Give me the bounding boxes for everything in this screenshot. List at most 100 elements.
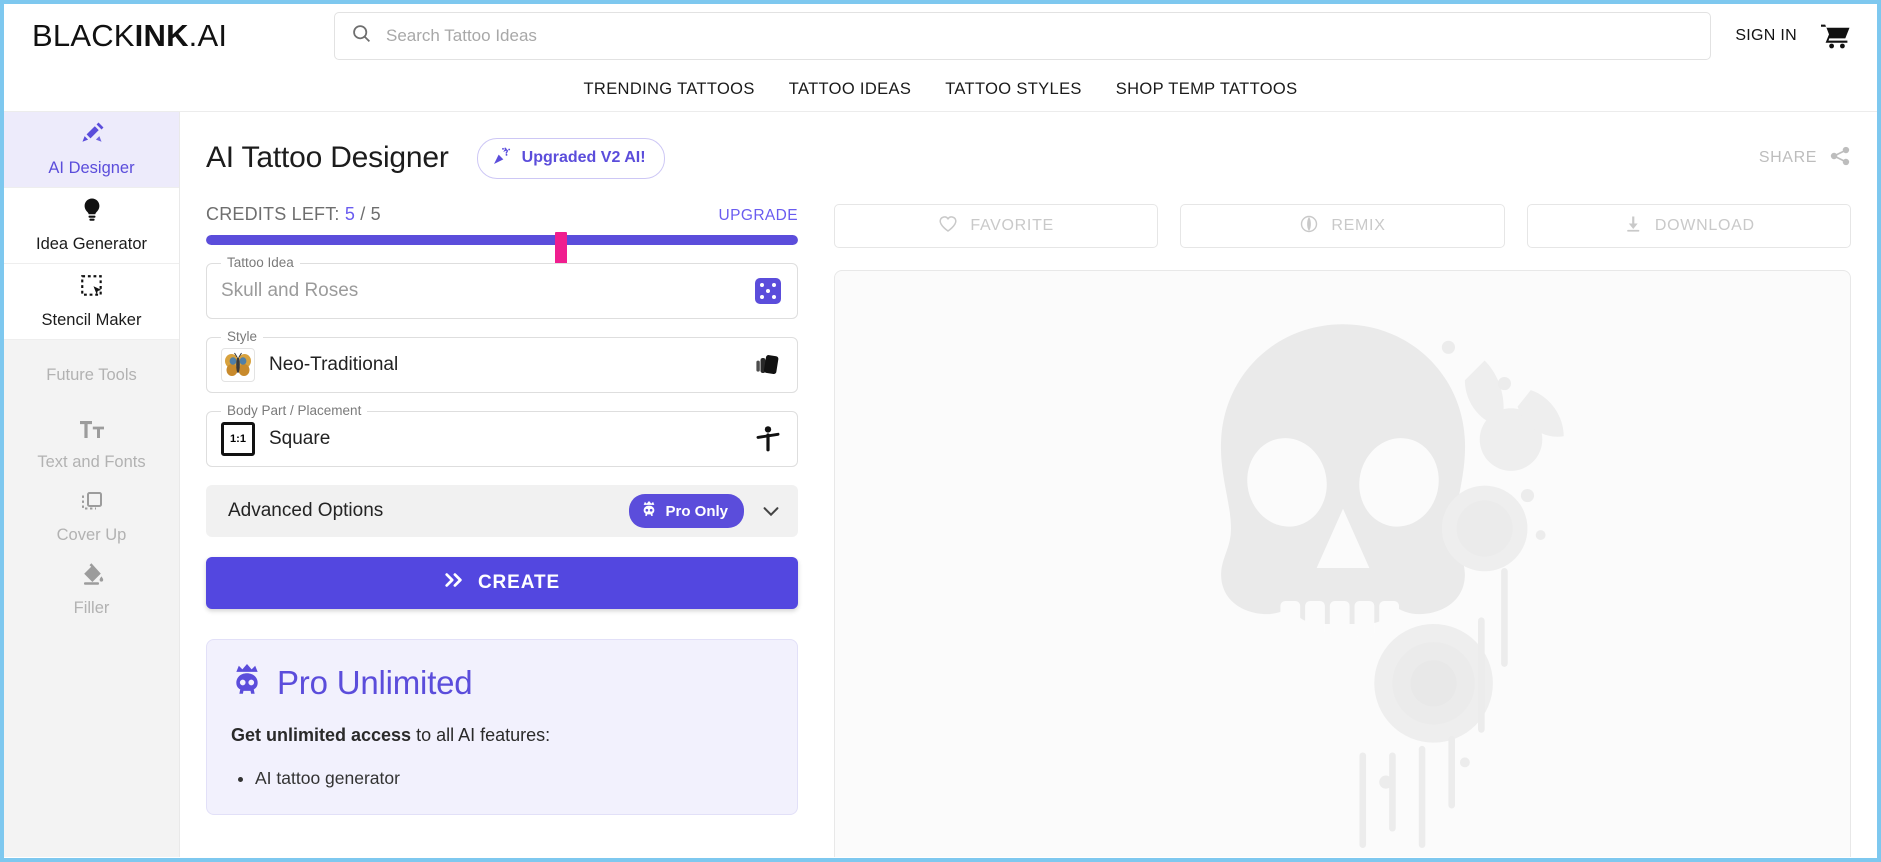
sidebar-future-tools-section: Future Tools Text and Fonts Cover Up Fil… [4,340,179,857]
remix-button-label: REMIX [1331,217,1386,234]
search-icon [351,23,372,49]
nav-item-shop-temp-tattoos[interactable]: SHOP TEMP TATTOOS [1116,80,1298,99]
paint-bucket-icon [79,561,105,592]
body-part-value: Square [269,428,331,449]
body-part-field[interactable]: Body Part / Placement 1:1 Square [206,403,798,467]
top-bar: BLACKINK.AI SIGN IN [4,4,1877,68]
nav-item-trending-tattoos[interactable]: TRENDING TATTOOS [584,80,755,99]
tattoo-idea-legend: Tattoo Idea [221,255,300,270]
credits-separator: / [360,204,366,224]
chevron-down-icon[interactable] [760,500,782,522]
site-logo[interactable]: BLACKINK.AI [32,18,312,54]
sidebar-item-label: AI Designer [48,159,135,177]
body-figure-icon[interactable] [755,425,781,453]
tattoo-idea-input[interactable] [221,280,755,302]
selection-cursor-icon [79,273,105,304]
sidebar-item-label: Filler [73,598,110,617]
upgrade-link[interactable]: UPGRADE [719,207,798,225]
search-input[interactable] [386,26,1695,46]
logo-text-2: .AI [188,18,228,53]
progress-cursor-handle[interactable] [555,232,568,264]
remix-icon [1299,214,1319,239]
pro-card-subtitle: Get unlimited access to all AI features: [231,725,773,746]
sidebar-item-stencil-maker[interactable]: Stencil Maker [4,264,179,340]
skull-and-roses-watermark-icon [1093,288,1593,853]
progress-fill [206,235,798,245]
pro-card-subtitle-rest: to all AI features: [411,725,551,745]
layers-square-icon [80,490,104,519]
party-popper-icon [492,146,512,171]
share-row[interactable]: SHARE [834,134,1851,182]
page-header: AI Tattoo Designer Upgraded V2 AI! [206,134,798,182]
pen-tools-icon [79,121,105,152]
sign-in-button[interactable]: SIGN IN [1735,27,1797,45]
advanced-options-row[interactable]: Advanced Options Pro Only [206,485,798,537]
crown-skull-icon [231,662,263,703]
butterfly-thumbnail-icon [221,348,255,382]
download-icon [1623,214,1643,239]
credits-total: 5 [370,204,381,224]
pro-only-label: Pro Only [665,502,728,520]
pro-only-badge[interactable]: Pro Only [629,494,744,528]
shopping-cart-icon[interactable] [1821,23,1851,49]
style-cards-icon[interactable] [753,351,781,379]
lightbulb-icon [80,197,104,228]
style-field[interactable]: Style Neo-Traditional [206,329,798,393]
logo-text-bold: INK [134,18,189,53]
credits-prefix: CREDITS LEFT: [206,204,340,224]
credits-text: CREDITS LEFT: 5 / 5 [206,204,381,225]
double-chevron-right-icon [444,571,464,595]
crown-skull-icon [641,500,657,522]
sidebar-item-ai-designer[interactable]: AI Designer [4,112,179,188]
create-button[interactable]: CREATE [206,557,798,609]
pro-card-header: Pro Unlimited [231,662,773,703]
app-body: AI Designer Idea Generator Stencil Maker… [4,112,1877,857]
advanced-options-label: Advanced Options [228,500,384,521]
sidebar-item-idea-generator[interactable]: Idea Generator [4,188,179,264]
logo-text-1: BLACK [32,18,135,53]
favorite-button[interactable]: FAVORITE [834,204,1159,248]
style-value: Neo-Traditional [269,354,399,375]
dice-randomize-icon[interactable] [755,278,781,304]
tattoo-idea-field[interactable]: Tattoo Idea [206,255,798,319]
sidebar-item-text-and-fonts: Text and Fonts [4,409,179,481]
main-nav: TRENDING TATTOOS TATTOO IDEAS TATTOO STY… [4,68,1877,112]
body-part-legend: Body Part / Placement [221,403,368,418]
aspect-ratio-thumbnail: 1:1 [221,422,255,456]
pro-card-feature-list: AI tattoo generator [231,764,773,794]
credits-current: 5 [344,204,356,224]
sidebar-item-label: Stencil Maker [41,311,142,329]
pro-card-title: Pro Unlimited [277,663,473,701]
sidebar-item-cover-up: Cover Up [4,481,179,553]
upgraded-v2-badge[interactable]: Upgraded V2 AI! [476,137,665,179]
pro-card-subtitle-bold: Get unlimited access [231,725,412,745]
search-bar[interactable] [334,12,1712,60]
sidebar-item-label: Cover Up [56,525,127,544]
app-window: BLACKINK.AI SIGN IN TRENDING TATTOOS TAT… [0,0,1881,862]
credits-row: CREDITS LEFT: 5 / 5 UPGRADE [206,204,798,225]
sidebar-item-label: Text and Fonts [37,452,146,471]
list-item: AI tattoo generator [255,764,773,794]
share-nodes-icon[interactable] [1829,145,1851,172]
future-tools-title: Future Tools [46,366,137,384]
favorite-button-label: FAVORITE [970,217,1054,234]
credits-progress[interactable] [206,232,798,264]
nav-item-tattoo-styles[interactable]: TATTOO STYLES [945,80,1082,99]
sidebar-item-label: Idea Generator [36,235,147,253]
remix-button[interactable]: REMIX [1180,204,1505,248]
preview-action-buttons: FAVORITE REMIX DOWNLOAD [834,204,1851,248]
pro-unlimited-card: Pro Unlimited Get unlimited access to al… [206,639,798,815]
download-button[interactable]: DOWNLOAD [1526,204,1851,248]
nav-item-tattoo-ideas[interactable]: TATTOO IDEAS [789,80,911,99]
designer-form-column: AI Tattoo Designer Upgraded V2 AI! CREDI… [180,112,820,857]
text-format-icon [79,419,105,446]
style-legend: Style [221,329,264,344]
preview-column: SHARE FAVORITE REMIX DOWNLOAD [820,112,1877,857]
download-button-label: DOWNLOAD [1654,217,1755,234]
upgraded-badge-label: Upgraded V2 AI! [521,149,646,166]
page-title: AI Tattoo Designer [206,141,449,174]
share-label: SHARE [1758,149,1817,166]
progress-track [206,235,798,245]
tattoo-preview-canvas[interactable] [834,270,1851,857]
create-button-label: CREATE [477,572,561,593]
